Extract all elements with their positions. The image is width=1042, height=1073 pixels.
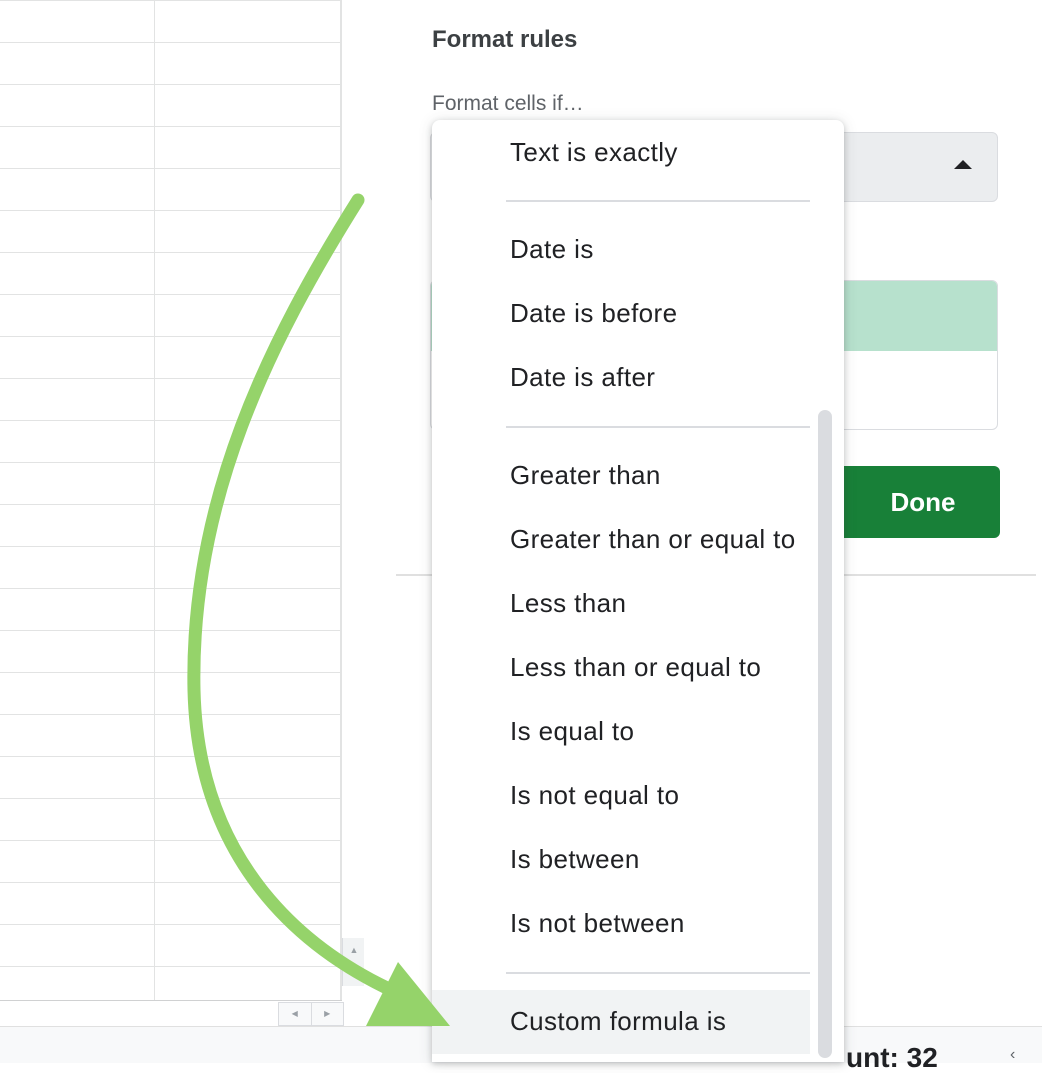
spreadsheet-grid[interactable] [0, 0, 342, 1001]
menu-item-greater-than[interactable]: Greater than [510, 459, 661, 491]
scroll-left-icon[interactable]: ◀ [279, 1003, 311, 1025]
scroll-down-icon[interactable]: ▼ [342, 962, 365, 986]
done-button[interactable]: Done [826, 466, 1000, 538]
menu-item-greater-than-or-equal[interactable]: Greater than or equal to [510, 523, 796, 555]
menu-divider [506, 972, 810, 974]
condition-dropdown-menu: Text is exactly Date is Date is before D… [432, 120, 844, 1062]
menu-item-date-is-before[interactable]: Date is before [510, 297, 677, 329]
menu-divider [506, 426, 810, 428]
grid-gutter [342, 0, 364, 938]
menu-item-is-not-equal-to[interactable]: Is not equal to [510, 779, 679, 811]
scroll-up-icon[interactable]: ▲ [342, 938, 365, 962]
menu-item-date-is-after[interactable]: Date is after [510, 361, 655, 393]
menu-item-text-is-exactly[interactable]: Text is exactly [510, 136, 678, 168]
caret-up-icon[interactable] [954, 160, 972, 169]
menu-item-is-between[interactable]: Is between [510, 843, 640, 875]
chevron-left-icon[interactable]: ‹ [1010, 1046, 1015, 1064]
menu-item-date-is[interactable]: Date is [510, 233, 594, 265]
menu-item-is-equal-to[interactable]: Is equal to [510, 715, 634, 747]
menu-divider [506, 200, 810, 202]
menu-item-less-than-or-equal[interactable]: Less than or equal to [510, 651, 761, 683]
format-cells-label: Format cells if… [432, 92, 584, 115]
dropdown-scrollbar[interactable] [818, 410, 832, 1058]
menu-item-is-not-between[interactable]: Is not between [510, 907, 685, 939]
panel-title: Format rules [432, 26, 578, 53]
horizontal-scroll-buttons: ◀ ▶ [278, 1002, 344, 1026]
menu-item-custom-formula-is[interactable]: Custom formula is [510, 1005, 726, 1037]
scroll-right-icon[interactable]: ▶ [310, 1003, 344, 1025]
status-count[interactable]: unt: 32 [846, 1044, 938, 1072]
menu-item-less-than[interactable]: Less than [510, 587, 626, 619]
